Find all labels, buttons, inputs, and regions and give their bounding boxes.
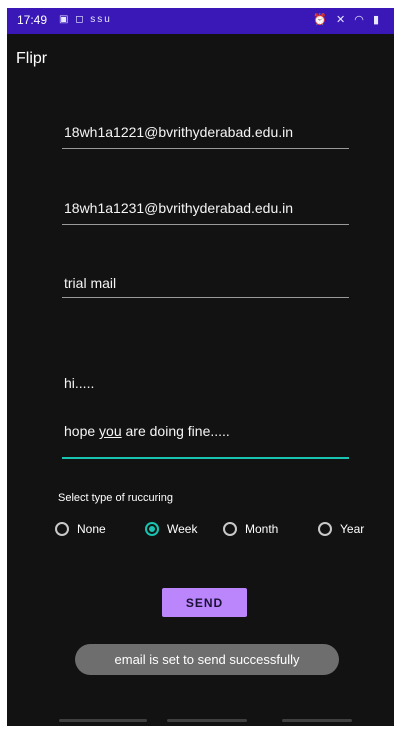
message-line-2: hope you are doing fine..... — [64, 423, 230, 439]
radio-week-circle — [145, 522, 159, 536]
system-status-icons: ⏰ ✕ ◠ ▮ — [313, 14, 382, 26]
radio-year-circle — [318, 522, 332, 536]
app-bar: Flipr — [7, 34, 394, 84]
radio-none-circle — [55, 522, 69, 536]
message-line-1: hi..... — [64, 375, 95, 391]
status-time: 17:49 — [17, 13, 48, 27]
message-underline — [62, 457, 349, 459]
cc-email-field[interactable]: 18wh1a1231@bvrithyderabad.edu.in — [62, 200, 349, 226]
radio-year-label: Year — [340, 522, 365, 536]
status-bar: 17:49 ▣ ◻ ssu ⏰ ✕ ◠ ▮ — [7, 8, 394, 34]
cc-email-value: 18wh1a1231@bvrithyderabad.edu.in — [64, 200, 294, 216]
message-text: hi..... hope you are doing fine..... — [64, 343, 230, 471]
to-email-field[interactable]: 18wh1a1221@bvrithyderabad.edu.in — [62, 124, 349, 150]
cc-email-underline — [62, 224, 349, 225]
recurrence-radio-group: None Week Month Year — [55, 522, 390, 546]
radio-week-label: Week — [167, 522, 198, 536]
subject-field[interactable]: trial mail — [62, 275, 349, 301]
nav-handle-center[interactable] — [167, 719, 247, 722]
radio-month-circle — [223, 522, 237, 536]
phone-screen: 17:49 ▣ ◻ ssu ⏰ ✕ ◠ ▮ Flipr 18wh1a1221@b… — [7, 8, 394, 726]
toast-message: email is set to send successfully — [75, 644, 339, 675]
nav-handle-right[interactable] — [282, 719, 352, 722]
send-button[interactable]: SEND — [162, 588, 247, 617]
to-email-value: 18wh1a1221@bvrithyderabad.edu.in — [64, 124, 294, 140]
message-underlined-word: you — [99, 423, 122, 439]
nav-handle-left[interactable] — [59, 719, 147, 722]
message-body-field[interactable]: hi..... hope you are doing fine..... — [62, 343, 349, 461]
app-title: Flipr — [16, 50, 48, 67]
radio-month-label: Month — [245, 522, 279, 536]
recurrence-label: Select type of ruccuring — [58, 492, 173, 504]
message-line-2-start: hope — [64, 423, 100, 439]
message-line-2-end: are doing fine..... — [121, 423, 230, 439]
radio-week[interactable]: Week — [145, 522, 197, 536]
radio-none-label: None — [77, 522, 106, 536]
subject-underline — [62, 297, 349, 298]
radio-year[interactable]: Year — [318, 522, 364, 536]
navigation-bar — [7, 712, 394, 726]
notification-icons: ▣ ◻ ssu — [59, 14, 112, 25]
subject-value: trial mail — [64, 275, 117, 291]
radio-month[interactable]: Month — [223, 522, 278, 536]
radio-none[interactable]: None — [55, 522, 106, 536]
to-email-underline — [62, 148, 349, 149]
